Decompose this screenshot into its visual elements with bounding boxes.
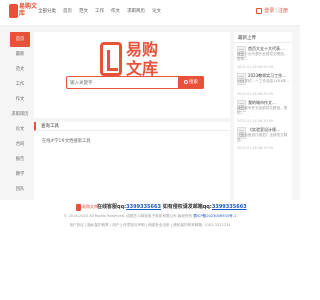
contact-qq-link[interactable]: 3399335663 [126, 204, 161, 210]
nav-item-fanwen[interactable]: 范文 [79, 8, 88, 14]
footer-contact: 在线客服qq:3399335663 如有侵权请发邮箱qq:3399335663 [97, 203, 247, 210]
list-item-title[interactable]: 首页大全十大代表… [248, 46, 290, 51]
sidebar-item-team[interactable]: 团队 [10, 182, 30, 197]
sidebar-item-home[interactable]: 首页 [10, 32, 30, 47]
search-input[interactable] [70, 78, 170, 88]
footer-logo: 易购文库 [76, 204, 98, 211]
latest-uploads-panel: 最新上传 首页大全十大代表… 首页十大代表作全部范文精选，带你… 2025-01… [234, 32, 292, 208]
page-body: 首页 最新 范文 工作 作文 求职简历 论文 合同 报告 教学 团队 易购 文库 … [0, 26, 300, 211]
sidebar-item-report[interactable]: 报告 [10, 152, 30, 167]
contact-prefix: 在线客服qq: [97, 204, 127, 210]
login-link[interactable]: 登录 [264, 8, 274, 14]
search-icon [184, 79, 188, 84]
site-logo[interactable]: 易购文库 [9, 3, 38, 23]
search-button[interactable]: 搜索 [178, 76, 204, 89]
list-item[interactable]: 首页大全十大代表… 首页十大代表作全部范文精选，带你… 2025-01-16 0… [234, 43, 292, 70]
content-text: 在线#学1#文档搜索工具 [42, 139, 91, 144]
list-item-title[interactable]: 2023教师实习工作… [248, 73, 290, 78]
search-hero: 易购文库 搜索 [34, 32, 230, 118]
main-nav: 全部分类 首页 范文 工作 作文 求职简历 论文 [38, 8, 168, 14]
sidebar-item-essay[interactable]: 作文 [10, 92, 30, 107]
sidebar-item-teaching[interactable]: 教学 [10, 167, 30, 182]
list-item-date: 2025-01-16 06:20:09 [237, 119, 274, 123]
content-panel: 查询工具 在线#学1#文档搜索工具 [34, 122, 230, 208]
site-footer: 易购文库 在线客服qq:3399335663 如有侵权请发邮箱qq:339933… [0, 200, 300, 300]
list-item-date: 2025-01-16 06:20:09 [237, 65, 274, 69]
user-icon [256, 7, 263, 14]
logo-mark-icon [9, 4, 18, 18]
footer-logo-text: 易购文库 [82, 204, 98, 209]
category-sidebar: 首页 最新 范文 工作 作文 求职简历 论文 合同 报告 教学 团队 [10, 32, 30, 197]
nav-item-all[interactable]: 全部分类 [38, 8, 56, 14]
copyright-text: © 2016-2023 All Rights Reserved. 成都艺人网络电… [63, 214, 194, 218]
list-item-desc: 我的城市作文全部范文精选，带你… [237, 106, 288, 115]
logo-text: 易购文库 [19, 3, 38, 17]
nav-item-home[interactable]: 首页 [63, 8, 72, 14]
account-divider: | [275, 8, 277, 14]
list-item-date: 2025-01-16 06:20:09 [237, 92, 274, 96]
sidebar-item-latest[interactable]: 最新 [10, 47, 30, 62]
footer-copyright: © 2016-2023 All Rights Reserved. 成都艺人网络电… [0, 214, 300, 219]
sidebar-item-fanwen[interactable]: 范文 [10, 62, 30, 77]
list-item-desc: 《实验室设计规范》全部范文精选… [237, 133, 288, 142]
sidebar-item-contract[interactable]: 合同 [10, 137, 30, 152]
nav-item-essay[interactable]: 作文 [111, 8, 120, 14]
list-item-desc: XXX学校…一工作总结1XXX年… [237, 79, 290, 83]
search-button-label: 搜索 [189, 80, 198, 85]
contact-mid: 如有侵权请发邮箱qq: [160, 204, 212, 210]
latest-uploads-title: 最新上传 [234, 32, 292, 43]
top-bar: 易购文库 全部分类 首页 范文 工作 作文 求职简历 论文 登录|注册 [0, 0, 300, 26]
hero-logo-mark-icon [100, 42, 122, 76]
nav-item-paper[interactable]: 论文 [152, 8, 161, 14]
footer-logo-mark-icon [76, 204, 81, 211]
sidebar-item-resume[interactable]: 求职简历 [10, 107, 30, 122]
list-item-title[interactable]: 我的城市作文… [248, 100, 290, 105]
sidebar-item-paper[interactable]: 论文 [10, 122, 30, 137]
footer-links[interactable]: 用户协议 | 隐私保护政策 | 用户上传须知与声明 | 网络安全法条 | 侵权保… [0, 223, 300, 228]
sidebar-item-work[interactable]: 工作 [10, 77, 30, 92]
account-links: 登录|注册 [256, 7, 288, 14]
icp-link[interactable]: 蜀ICP备2023006933号-1 [193, 214, 236, 218]
nav-item-resume[interactable]: 求职简历 [127, 8, 145, 14]
list-item[interactable]: 我的城市作文… 我的城市作文全部范文精选，带你… 2025-01-16 06:2… [234, 97, 292, 124]
hero-logo: 易购 文库 [100, 40, 172, 80]
list-item[interactable]: 2023教师实习工作… XXX学校…一工作总结1XXX年… 2025-01-16… [234, 70, 292, 97]
search-box: 搜索 [66, 76, 204, 89]
hero-logo-text: 易购 文库 [126, 40, 159, 78]
register-link[interactable]: 注册 [278, 8, 288, 14]
list-item[interactable]: 《实验室设计规… 《实验室设计规范》全部范文精选… 2025-01-16 06:… [234, 124, 292, 151]
list-item-title[interactable]: 《实验室设计规… [248, 127, 290, 132]
list-item-desc: 首页十大代表作全部范文精选，带你… [237, 52, 288, 61]
content-title: 查询工具 [34, 122, 230, 131]
list-item-date: 2025-01-16 06:20:09 [237, 146, 274, 150]
nav-item-work[interactable]: 工作 [95, 8, 104, 14]
report-qq-link[interactable]: 3399335663 [212, 204, 247, 210]
